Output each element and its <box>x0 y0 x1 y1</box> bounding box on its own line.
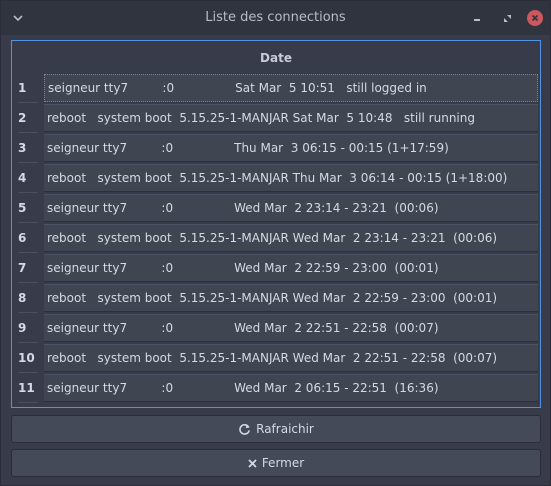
refresh-icon <box>238 423 251 436</box>
close-button-label: Fermer <box>261 456 305 470</box>
row-number: 10 <box>18 351 35 365</box>
row-number: 4 <box>18 171 27 185</box>
row-number: 8 <box>18 291 27 305</box>
row-number: 3 <box>18 141 27 155</box>
minimize-button[interactable] <box>467 8 487 28</box>
row-cell[interactable]: reboot system boot 5.15.25-1-MANJAR Thu … <box>44 164 538 192</box>
table-row[interactable]: 3 seigneur tty7 :0 Thu Mar 3 06:15 - 00:… <box>12 133 540 163</box>
x-icon <box>248 458 257 468</box>
row-number: 6 <box>18 231 27 245</box>
table-row[interactable]: 7 seigneur tty7 :0 Wed Mar 2 22:59 - 23:… <box>12 253 540 283</box>
row-number: 2 <box>18 111 27 125</box>
table-row[interactable]: 8 reboot system boot 5.15.25-1-MANJAR We… <box>12 283 540 313</box>
maximize-icon <box>503 14 511 22</box>
row-divider <box>18 402 38 403</box>
close-icon <box>527 10 543 26</box>
row-cell[interactable]: seigneur tty7 :0 Sat Mar 5 10:51 still l… <box>44 74 538 102</box>
table-row[interactable]: 10 reboot system boot 5.15.25-1-MANJAR W… <box>12 343 540 373</box>
row-cell[interactable]: reboot system boot 5.15.25-1-MANJAR Wed … <box>44 344 538 372</box>
row-number: 9 <box>18 321 27 335</box>
row-cell[interactable]: seigneur tty7 :0 Wed Mar 2 22:51 - 22:58… <box>44 314 538 342</box>
row-cell[interactable]: seigneur tty7 :0 Thu Mar 3 06:15 - 00:15… <box>44 134 538 162</box>
refresh-button[interactable]: Rafraichir <box>11 415 541 443</box>
row-cell[interactable]: reboot system boot 5.15.25-1-MANJAR Wed … <box>44 224 538 252</box>
connections-list[interactable]: Date 1 seigneur tty7 :0 Sat Mar 5 10:51 … <box>11 40 541 408</box>
row-number: 1 <box>18 81 27 95</box>
column-header-date[interactable]: Date <box>12 41 540 73</box>
minimize-icon <box>474 19 480 21</box>
row-number: 11 <box>18 381 35 395</box>
refresh-button-label: Rafraichir <box>256 422 314 436</box>
row-number: 5 <box>18 201 27 215</box>
window-close-button[interactable] <box>525 8 545 28</box>
row-cell[interactable]: seigneur tty7 :0 Wed Mar 2 06:15 - 22:51… <box>44 374 538 402</box>
table-row[interactable]: 11 seigneur tty7 :0 Wed Mar 2 06:15 - 22… <box>12 373 540 403</box>
row-cell[interactable]: seigneur tty7 :0 Wed Mar 2 22:59 - 23:00… <box>44 254 538 282</box>
close-button[interactable]: Fermer <box>11 449 541 477</box>
maximize-button[interactable] <box>497 8 517 28</box>
table-row[interactable]: 9 seigneur tty7 :0 Wed Mar 2 22:51 - 22:… <box>12 313 540 343</box>
row-cell[interactable]: seigneur tty7 :0 Wed Mar 2 23:14 - 23:21… <box>44 194 538 222</box>
row-number: 7 <box>18 261 27 275</box>
table-row[interactable]: 2 reboot system boot 5.15.25-1-MANJAR Sa… <box>12 103 540 133</box>
connections-window: Liste des connections Date 1 seigneur tt… <box>0 0 551 486</box>
table-row[interactable]: 1 seigneur tty7 :0 Sat Mar 5 10:51 still… <box>12 73 540 103</box>
title-bar[interactable]: Liste des connections <box>1 1 550 35</box>
table-row[interactable]: 6 reboot system boot 5.15.25-1-MANJAR We… <box>12 223 540 253</box>
row-cell[interactable]: reboot system boot 5.15.25-1-MANJAR Wed … <box>44 284 538 312</box>
table-row[interactable]: 4 reboot system boot 5.15.25-1-MANJAR Th… <box>12 163 540 193</box>
table-row[interactable]: 5 seigneur tty7 :0 Wed Mar 2 23:14 - 23:… <box>12 193 540 223</box>
row-cell[interactable]: reboot system boot 5.15.25-1-MANJAR Sat … <box>44 104 538 132</box>
